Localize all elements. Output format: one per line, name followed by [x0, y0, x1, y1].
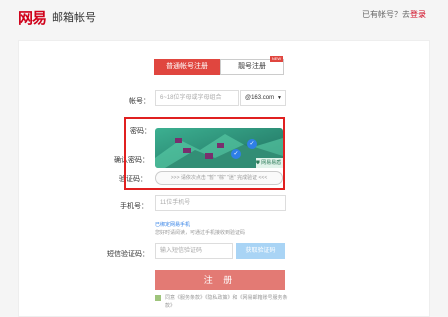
new-badge: NEW	[270, 56, 283, 62]
product-title: 邮箱帐号	[52, 12, 96, 24]
phone-sub-hint: 您好时请阅读，可通过手机接收到验证码	[155, 230, 246, 236]
agree-checkbox[interactable]	[155, 295, 161, 301]
sms-label: 短信验证码：	[107, 251, 149, 258]
login-prompt-text: 已有帐号？去	[362, 10, 410, 19]
domain-select[interactable]: @163.com ▼	[240, 90, 286, 106]
login-prompt: 已有帐号？去登录	[362, 9, 426, 20]
header: 网易 邮箱帐号 已有帐号？去登录	[0, 0, 448, 30]
captcha-highlight	[124, 117, 285, 190]
phone-input[interactable]: 11位手机号	[155, 195, 286, 211]
account-label: 帐号：	[129, 98, 150, 105]
sms-input[interactable]: 输入短信验证码	[155, 243, 233, 259]
send-code-button[interactable]: 获取验证码	[236, 243, 285, 259]
brand-logo[interactable]: 网易	[18, 7, 47, 28]
tab-normal-register[interactable]: 普通帐号注册	[154, 59, 220, 75]
domain-value: @163.com	[245, 95, 275, 101]
register-button[interactable]: 注 册	[155, 270, 285, 290]
phone-label: 手机号：	[120, 203, 148, 210]
phone-bind-hint[interactable]: 已绑定网易手机	[155, 221, 190, 228]
login-link[interactable]: 登录	[410, 10, 426, 19]
agree-text: 同意《服务条款》《隐私政策》和《网易邮箱账号服务条款》	[165, 295, 288, 309]
account-input[interactable]: 6~18位字母或字母组合	[155, 90, 239, 106]
chevron-down-icon: ▼	[277, 95, 282, 101]
